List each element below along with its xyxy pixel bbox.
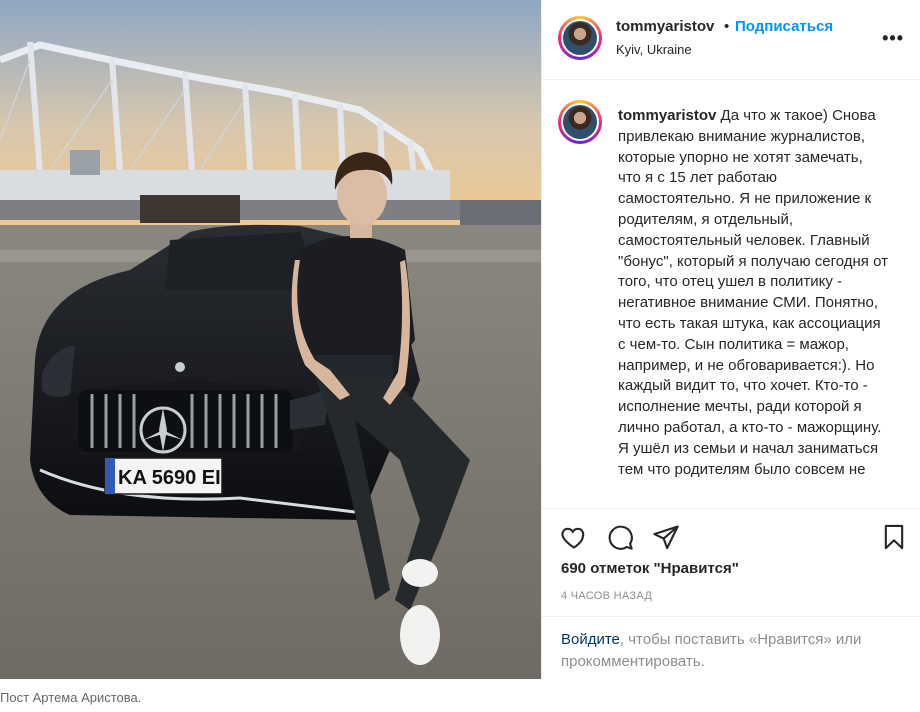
- post-side-panel: tommyaristov • Подписаться Kyiv, Ukraine…: [541, 0, 920, 679]
- bookmark-icon[interactable]: [880, 523, 908, 551]
- caption-text: tommyaristov Да что ж такое) Снова привл…: [618, 106, 888, 480]
- location-link[interactable]: Kyiv, Ukraine: [616, 42, 692, 57]
- caption-username[interactable]: tommyaristov: [618, 107, 716, 124]
- avatar[interactable]: [558, 16, 602, 60]
- photo-credit: Пост Артема Аристова.: [0, 690, 142, 705]
- instagram-post: KA 5690 EI tommyaristov • Подписаться Ky…: [0, 0, 920, 679]
- post-photo[interactable]: KA 5690 EI: [0, 0, 541, 679]
- caption-avatar[interactable]: [558, 100, 602, 144]
- post-actions: 690 отметок "Нравится" 4 ЧАСОВ НАЗАД Вой…: [542, 508, 920, 680]
- post-photo-illustration: KA 5690 EI: [0, 0, 541, 679]
- post-timestamp[interactable]: 4 ЧАСОВ НАЗАД: [561, 590, 652, 602]
- login-prompt: Войдите, чтобы поставить «Нравится» или …: [542, 616, 920, 670]
- license-plate-text: KA 5690 EI: [118, 467, 221, 489]
- caption-area: tommyaristov Да что ж такое) Снова привл…: [542, 80, 920, 507]
- login-link[interactable]: Войдите: [561, 631, 620, 648]
- comment-icon[interactable]: [606, 523, 634, 551]
- separator-dot: •: [724, 18, 730, 35]
- username-link[interactable]: tommyaristov: [616, 18, 714, 35]
- post-header: tommyaristov • Подписаться Kyiv, Ukraine…: [542, 0, 920, 80]
- likes-count[interactable]: 690 отметок "Нравится": [561, 560, 739, 577]
- caption-body: Да что ж такое) Снова привлекаю внимание…: [618, 107, 888, 478]
- share-icon[interactable]: [652, 523, 680, 551]
- follow-button[interactable]: Подписаться: [735, 18, 833, 35]
- more-options-icon[interactable]: •••: [882, 28, 904, 49]
- heart-icon[interactable]: [560, 523, 588, 551]
